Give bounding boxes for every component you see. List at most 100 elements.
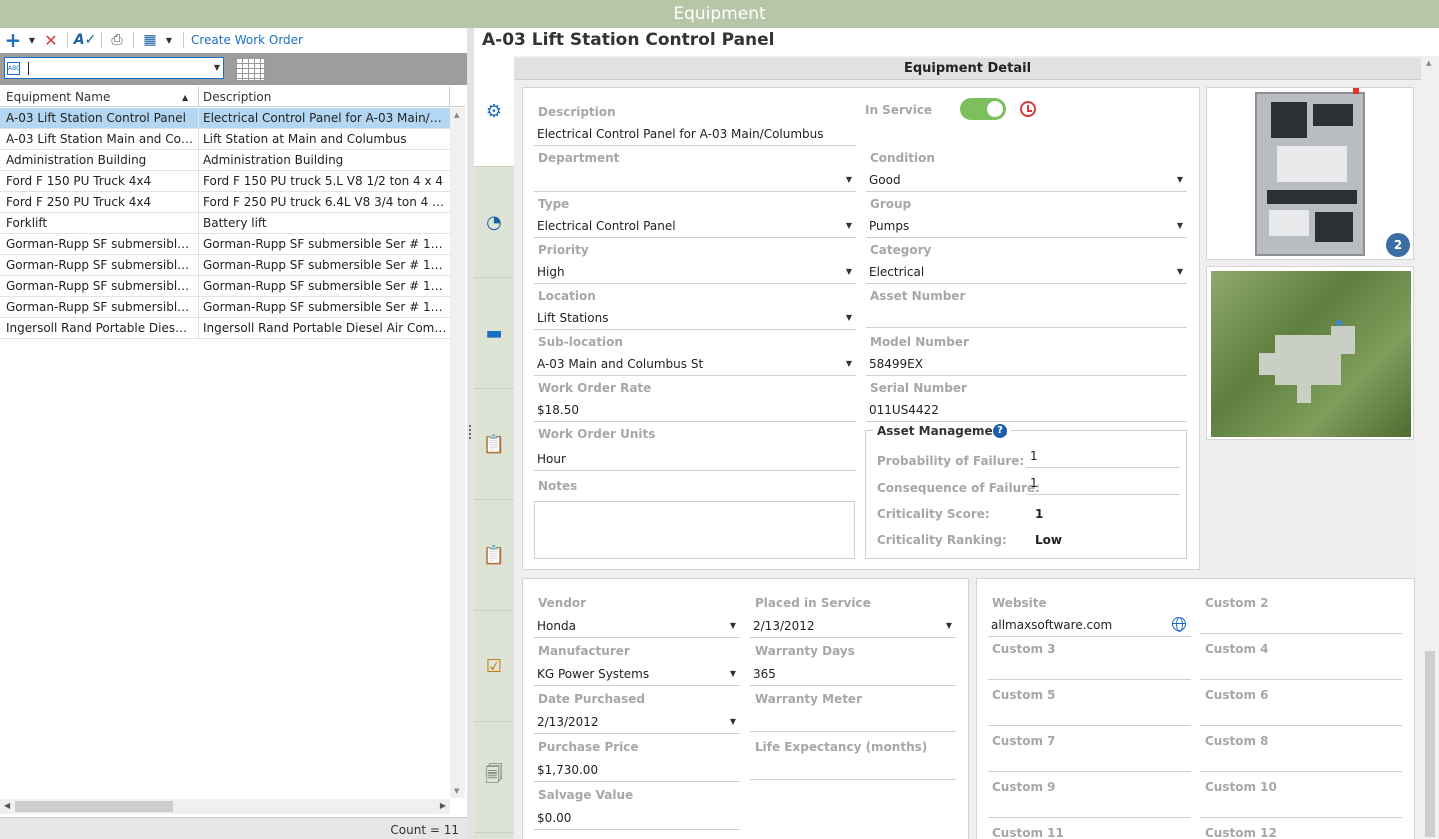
report-button[interactable]: ▦ — [141, 31, 159, 49]
category-select[interactable]: Electrical ▼ — [866, 265, 1187, 284]
warranty-days-field[interactable]: 365 — [750, 667, 956, 686]
detail-vertical-scrollbar[interactable]: ▲ — [1421, 56, 1439, 839]
table-row[interactable]: Ford F 150 PU Truck 4x4 Ford F 150 PU tru… — [0, 171, 450, 192]
serial-number-field[interactable]: 011US4422 — [866, 403, 1187, 422]
table-row[interactable]: Gorman-Rupp SF submersible Series Gorman-… — [0, 234, 450, 255]
scroll-down-icon[interactable]: ▼ — [454, 787, 459, 795]
in-service-toggle[interactable] — [960, 98, 1006, 120]
globe-icon[interactable] — [1172, 617, 1186, 632]
help-icon[interactable]: ? — [993, 424, 1007, 438]
table-row[interactable]: A-03 Lift Station Control Panel Electrica… — [0, 108, 450, 129]
pof-field[interactable]: 1 — [1026, 449, 1180, 468]
placed-in-service-date[interactable]: 2/13/2012 ▼ — [750, 619, 956, 638]
department-select[interactable]: ▼ — [534, 173, 856, 192]
wo-rate-field[interactable]: $18.50 — [534, 403, 856, 422]
sublocation-select[interactable]: A-03 Main and Columbus St ▼ — [534, 357, 856, 376]
tab-window[interactable]: ▬ — [474, 278, 514, 389]
salvage-value-field[interactable]: $0.00 — [534, 811, 740, 830]
scrollbar-thumb[interactable] — [15, 801, 173, 812]
chevron-down-icon[interactable]: ▼ — [214, 63, 220, 72]
grid-view-icon[interactable] — [235, 57, 265, 81]
table-row[interactable]: A-03 Lift Station Main and Columbus Lift … — [0, 129, 450, 150]
asset-number-field[interactable] — [866, 309, 1187, 328]
photo-count-badge[interactable]: 2 — [1386, 233, 1410, 257]
custom-4-field[interactable] — [1200, 661, 1402, 680]
delete-button[interactable]: ✕ — [43, 31, 59, 50]
tab-meters[interactable]: ◔ — [474, 167, 514, 278]
location-select[interactable]: Lift Stations ▼ — [534, 311, 856, 330]
type-select[interactable]: Electrical Control Panel ▼ — [534, 219, 856, 238]
group-border — [1012, 430, 1180, 431]
custom-10-field[interactable] — [1200, 799, 1402, 818]
clock-icon[interactable] — [1020, 101, 1036, 117]
custom-8-field[interactable] — [1200, 753, 1402, 772]
report-icon: ▦ — [143, 32, 157, 48]
warranty-meter-field[interactable] — [750, 713, 956, 732]
date-purchased-label: Date Purchased — [538, 692, 645, 706]
table-row[interactable]: Ford F 250 PU Truck 4x4 Ford F 250 PU tru… — [0, 192, 450, 213]
column-description[interactable]: Description — [203, 90, 271, 104]
print-button[interactable]: ⎙ — [108, 31, 126, 49]
scroll-up-icon[interactable]: ▲ — [1426, 59, 1431, 67]
criticality-score-label: Criticality Score: — [877, 507, 990, 521]
table-row[interactable]: Forklift Battery lift — [0, 213, 450, 234]
tab-equipment-detail[interactable]: ⚙ — [474, 56, 514, 167]
tab-checklist[interactable]: ☑ — [474, 611, 514, 722]
list-horizontal-scrollbar[interactable]: ◀ ▶ — [0, 799, 450, 814]
add-dropdown-button[interactable]: ▼ — [27, 31, 37, 49]
column-equipment-name[interactable]: Equipment Name — [6, 90, 110, 104]
table-row[interactable]: Gorman-Rupp SF submersible Series Gorman-… — [0, 255, 450, 276]
scroll-up-icon[interactable]: ▲ — [454, 111, 459, 119]
group-select[interactable]: Pumps ▼ — [866, 219, 1187, 238]
purchase-price-field[interactable]: $1,730.00 — [534, 763, 740, 782]
table-row[interactable]: Administration Building Administration Bu… — [0, 150, 450, 171]
tab-schedule[interactable]: 📋 — [474, 389, 514, 500]
scrollbar-thumb[interactable] — [1425, 651, 1435, 837]
life-expectancy-field[interactable] — [750, 761, 956, 780]
scroll-left-icon[interactable]: ◀ — [4, 801, 10, 810]
priority-select[interactable]: High ▼ — [534, 265, 856, 284]
life-expectancy-label: Life Expectancy (months) — [755, 740, 928, 754]
custom-7-field[interactable] — [988, 753, 1191, 772]
notes-textarea[interactable] — [534, 501, 855, 559]
description-field[interactable]: Electrical Control Panel for A-03 Main/C… — [534, 127, 856, 146]
custom-6-label: Custom 6 — [1205, 688, 1269, 702]
table-row[interactable]: Gorman-Rupp SF submersible Series Gorman-… — [0, 276, 450, 297]
manufacturer-select[interactable]: KG Power Systems ▼ — [534, 667, 740, 686]
add-button[interactable]: + — [5, 28, 22, 52]
table-row[interactable]: Gorman-Rupp SF submersible Series Gorman-… — [0, 297, 450, 318]
report-dropdown-button[interactable]: ▼ — [164, 31, 174, 49]
model-number-field[interactable]: 58499EX — [866, 357, 1187, 376]
cof-field[interactable]: 1 — [1026, 476, 1180, 495]
scroll-right-icon[interactable]: ▶ — [440, 801, 446, 810]
create-work-order-link[interactable]: Create Work Order — [191, 33, 303, 47]
column-divider[interactable] — [198, 87, 199, 107]
location-map[interactable] — [1206, 266, 1414, 440]
row-name: Gorman-Rupp SF submersible Series — [6, 279, 194, 293]
group-label: Group — [870, 197, 912, 211]
custom-5-field[interactable] — [988, 707, 1191, 726]
tab-documents[interactable]: 🗐 — [474, 722, 514, 833]
custom-6-field[interactable] — [1200, 707, 1402, 726]
vendor-select[interactable]: Honda ▼ — [534, 619, 740, 638]
spellcheck-button[interactable]: A✓ — [74, 31, 97, 49]
condition-select[interactable]: Good ▼ — [866, 173, 1187, 192]
website-field[interactable]: allmaxsoftware.com — [988, 618, 1191, 637]
filter-input[interactable]: ABC ▼ — [4, 57, 224, 79]
table-row[interactable]: Ingersoll Rand Portable Diesel Air Comp I… — [0, 318, 450, 339]
custom-9-field[interactable] — [988, 799, 1191, 818]
equipment-list-pane: + ▼ ✕ A✓ ⎙ ▦ ▼ Create Work Order ABC ▼ E… — [0, 28, 467, 839]
row-description: Gorman-Rupp SF submersible Ser # 12349-2… — [203, 237, 448, 251]
column-divider[interactable] — [449, 87, 450, 107]
date-purchased-field[interactable]: 2/13/2012 ▼ — [534, 715, 740, 734]
custom-2-field[interactable] — [1200, 615, 1402, 634]
tab-tasks[interactable]: 📋 — [474, 500, 514, 611]
control-panel-image — [1255, 88, 1365, 256]
custom-3-field[interactable] — [988, 661, 1191, 680]
equipment-photo[interactable]: 2 — [1206, 87, 1414, 260]
text-caret — [28, 62, 29, 75]
list-vertical-scrollbar[interactable]: ▲ ▼ — [450, 108, 465, 798]
wo-units-field[interactable]: Hour — [534, 452, 856, 471]
pane-splitter[interactable] — [467, 28, 474, 839]
description-label: Description — [538, 105, 616, 119]
